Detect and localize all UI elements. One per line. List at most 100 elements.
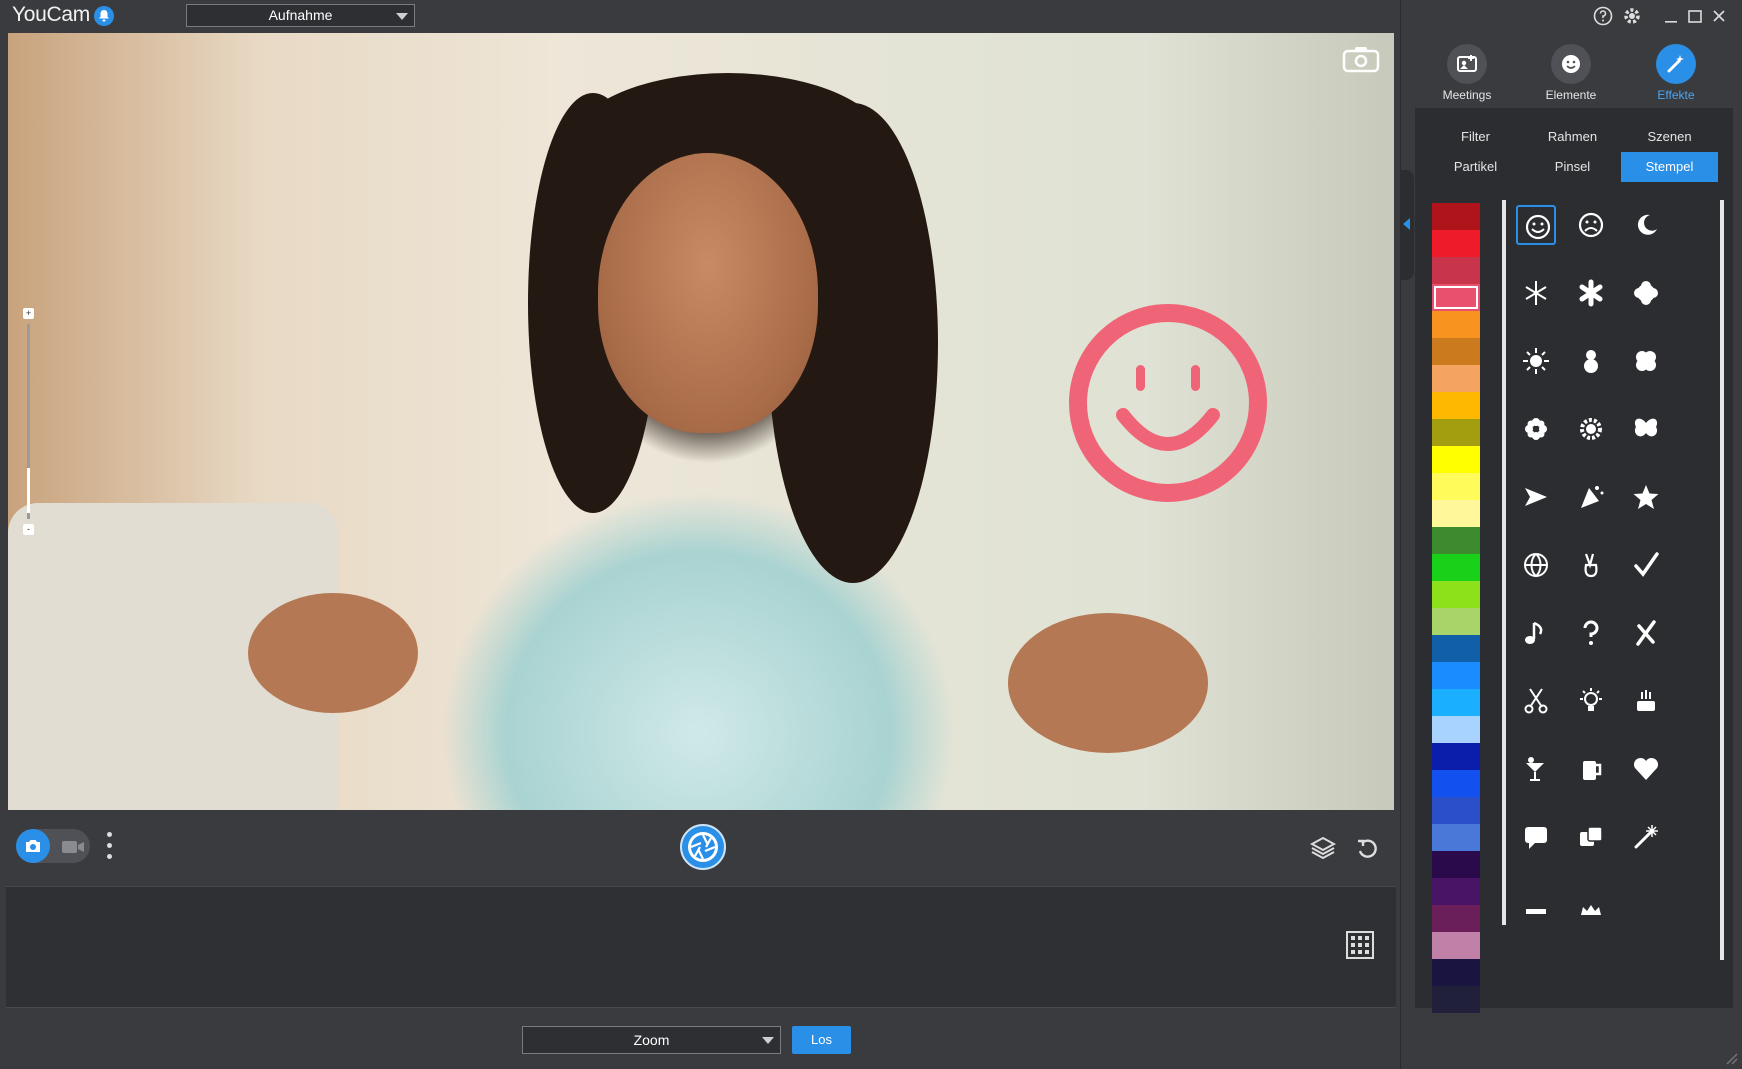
color-swatch[interactable] xyxy=(1432,311,1480,338)
cross-icon[interactable] xyxy=(1626,613,1666,653)
tab-filter[interactable]: Filter xyxy=(1427,122,1524,152)
flower-icon[interactable] xyxy=(1516,409,1556,449)
snowman-icon[interactable] xyxy=(1571,341,1611,381)
star-icon[interactable] xyxy=(1626,477,1666,517)
tab-meetings[interactable]: Meetings xyxy=(1427,44,1507,102)
color-swatch[interactable] xyxy=(1432,851,1480,878)
tab-elemente[interactable]: Elemente xyxy=(1531,44,1611,102)
shutter-button[interactable] xyxy=(680,824,726,870)
frown-icon[interactable] xyxy=(1571,205,1611,245)
help-icon[interactable] xyxy=(1593,6,1613,26)
tab-effekte[interactable]: Effekte xyxy=(1636,44,1716,102)
tab-pinsel[interactable]: Pinsel xyxy=(1524,152,1621,182)
airplane-icon[interactable] xyxy=(1516,477,1556,517)
color-swatch[interactable] xyxy=(1432,743,1480,770)
color-swatch[interactable] xyxy=(1432,662,1480,689)
zoom-in-cap[interactable]: + xyxy=(23,308,34,319)
color-swatch[interactable] xyxy=(1432,797,1480,824)
color-swatch[interactable] xyxy=(1432,365,1480,392)
zoom-level-fill xyxy=(27,468,30,513)
camera-rotate-icon[interactable] xyxy=(1340,45,1382,75)
close-icon[interactable] xyxy=(1711,8,1727,24)
palette-scrollbar[interactable] xyxy=(1502,200,1506,925)
color-swatch[interactable] xyxy=(1432,824,1480,851)
go-button[interactable]: Los xyxy=(792,1026,851,1054)
maximize-icon[interactable] xyxy=(1687,8,1703,24)
heart-icon[interactable] xyxy=(1626,749,1666,789)
stamp-scrollbar[interactable] xyxy=(1720,200,1724,960)
peace-icon[interactable] xyxy=(1571,545,1611,585)
color-swatch[interactable] xyxy=(1432,284,1480,311)
color-swatch[interactable] xyxy=(1432,203,1480,230)
color-swatch[interactable] xyxy=(1432,770,1480,797)
color-swatch[interactable] xyxy=(1432,581,1480,608)
color-swatch[interactable] xyxy=(1432,446,1480,473)
color-swatch[interactable] xyxy=(1432,635,1480,662)
clover-icon[interactable] xyxy=(1626,341,1666,381)
dice-icon[interactable] xyxy=(1571,817,1611,857)
smiley-stamp-overlay[interactable] xyxy=(1068,303,1268,503)
smiley-icon[interactable] xyxy=(1516,205,1556,245)
color-swatch[interactable] xyxy=(1432,986,1480,1013)
check-icon[interactable] xyxy=(1626,545,1666,585)
color-swatch[interactable] xyxy=(1432,500,1480,527)
panel-collapse-handle[interactable] xyxy=(1400,170,1414,280)
color-swatch[interactable] xyxy=(1432,608,1480,635)
question-icon[interactable] xyxy=(1571,613,1611,653)
color-swatch[interactable] xyxy=(1432,959,1480,986)
lightbulb-icon[interactable] xyxy=(1571,681,1611,721)
scissors-icon[interactable] xyxy=(1516,681,1556,721)
tab-stempel[interactable]: Stempel xyxy=(1621,152,1718,182)
color-swatch[interactable] xyxy=(1432,473,1480,500)
gear-flower-icon[interactable] xyxy=(1571,409,1611,449)
color-swatch[interactable] xyxy=(1432,716,1480,743)
layers-icon[interactable] xyxy=(1310,836,1336,860)
zoom-out-cap[interactable]: - xyxy=(23,524,34,535)
cloud-icon[interactable] xyxy=(1626,273,1666,313)
undo-icon[interactable] xyxy=(1356,837,1380,861)
asterisk-icon[interactable] xyxy=(1571,273,1611,313)
color-swatch[interactable] xyxy=(1432,554,1480,581)
person-face xyxy=(598,153,818,433)
music-note-icon[interactable] xyxy=(1516,613,1556,653)
color-swatch[interactable] xyxy=(1432,338,1480,365)
tab-szenen[interactable]: Szenen xyxy=(1621,122,1718,152)
video-icon[interactable] xyxy=(61,840,85,854)
sun-icon[interactable] xyxy=(1516,341,1556,381)
crown-icon[interactable] xyxy=(1571,885,1611,925)
globe-icon[interactable] xyxy=(1516,545,1556,585)
beer-icon[interactable] xyxy=(1571,749,1611,789)
color-swatch[interactable] xyxy=(1432,527,1480,554)
color-swatch[interactable] xyxy=(1432,257,1480,284)
color-swatch[interactable] xyxy=(1432,689,1480,716)
sparkler-icon[interactable] xyxy=(1626,817,1666,857)
color-swatch[interactable] xyxy=(1432,419,1480,446)
color-swatch[interactable] xyxy=(1432,392,1480,419)
tab-partikel[interactable]: Partikel xyxy=(1427,152,1524,182)
color-swatch[interactable] xyxy=(1432,230,1480,257)
bell-icon[interactable] xyxy=(94,6,114,26)
speech-bubble-icon[interactable] xyxy=(1516,817,1556,857)
zoom-select[interactable]: Zoom xyxy=(522,1026,781,1054)
snowflake-icon[interactable] xyxy=(1516,273,1556,313)
camera-preview[interactable]: + - xyxy=(8,33,1394,810)
cocktail-icon[interactable] xyxy=(1516,749,1556,789)
cake-icon[interactable] xyxy=(1626,681,1666,721)
media-gallery[interactable] xyxy=(6,886,1396,1008)
more-vertical-icon[interactable] xyxy=(107,832,113,862)
gear-icon[interactable] xyxy=(1621,5,1643,27)
resize-grip-icon[interactable] xyxy=(1722,1049,1738,1065)
tab-rahmen[interactable]: Rahmen xyxy=(1524,122,1621,152)
color-swatch[interactable] xyxy=(1432,878,1480,905)
butterfly-icon[interactable] xyxy=(1626,409,1666,449)
moon-icon[interactable] xyxy=(1626,205,1666,245)
party-icon[interactable] xyxy=(1571,477,1611,517)
grid-view-icon[interactable] xyxy=(1346,931,1374,959)
capture-mode-select[interactable]: Aufnahme xyxy=(186,4,415,27)
minimize-icon[interactable] xyxy=(1663,8,1679,24)
color-swatch[interactable] xyxy=(1432,932,1480,959)
camera-icon[interactable] xyxy=(16,829,50,863)
pencil-icon[interactable] xyxy=(1516,885,1556,925)
color-swatch[interactable] xyxy=(1432,905,1480,932)
photo-video-toggle[interactable] xyxy=(16,829,90,863)
